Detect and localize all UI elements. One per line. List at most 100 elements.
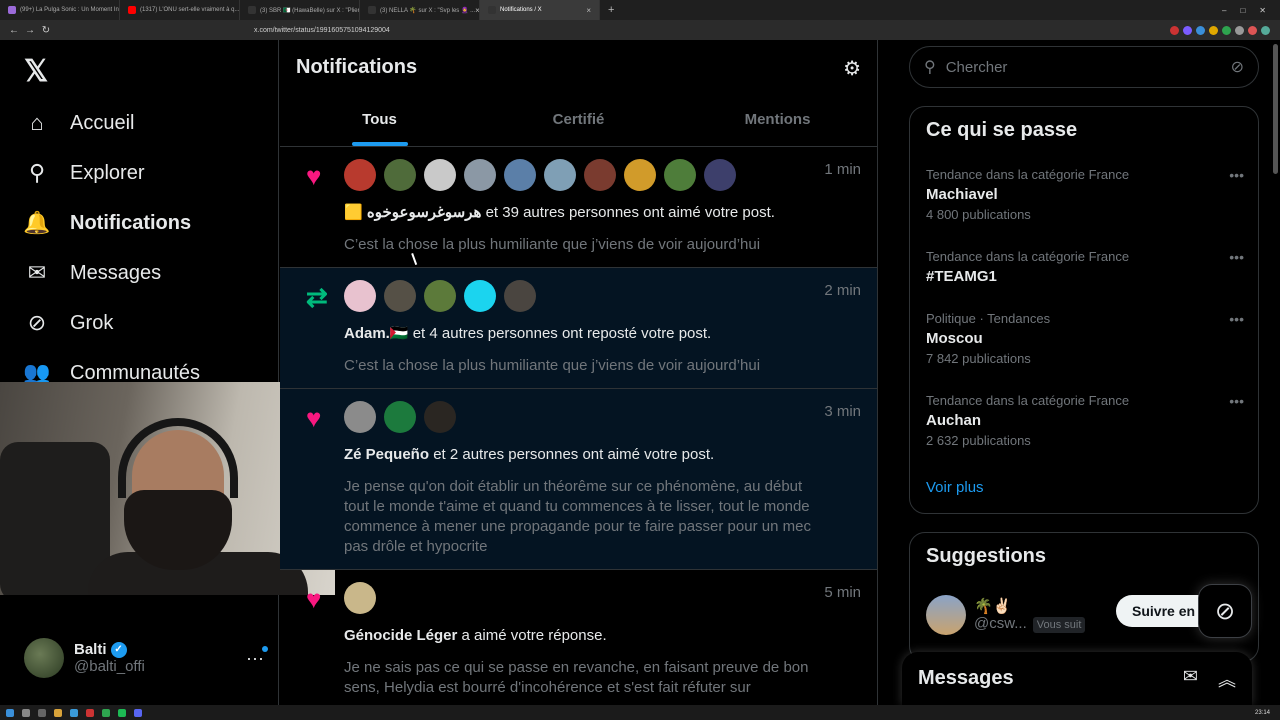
avatar[interactable] — [424, 401, 456, 433]
avatar[interactable] — [384, 159, 416, 191]
avatar[interactable] — [624, 159, 656, 191]
nav-item-notifications[interactable]: 🔔 Notifications — [23, 210, 191, 236]
tab-label: Notifications / X — [500, 7, 542, 13]
notification-item[interactable]: ♥ 5 min Génocide Léger a aimé votre répons… — [280, 570, 877, 705]
actor-name[interactable]: Zé Pequeño — [344, 446, 429, 463]
actor-name[interactable]: 🟨 هرسوغرسوعوخوه — [344, 204, 481, 221]
taskbar-clock: 23:14 — [1254, 709, 1270, 716]
reload-icon[interactable]: ↻ — [38, 25, 54, 36]
suggestions-title: Suggestions — [926, 545, 1047, 567]
expand-icon[interactable]: ︽ — [1218, 666, 1236, 692]
avatar[interactable] — [424, 280, 456, 312]
notification-time: 2 min — [824, 282, 861, 299]
extension-icon[interactable] — [1235, 25, 1244, 35]
extension-icon[interactable] — [1209, 25, 1218, 35]
more-icon[interactable]: ··· — [246, 645, 268, 669]
gear-icon[interactable]: ⚙ — [843, 56, 861, 81]
more-icon[interactable]: ••• — [1229, 249, 1244, 265]
taskbar-app-icon[interactable] — [38, 708, 46, 717]
x-logo-icon[interactable]: 𝕏 — [24, 54, 48, 89]
more-icon[interactable]: ••• — [1229, 167, 1244, 183]
taskbar-app-icon[interactable] — [70, 708, 78, 717]
avatar[interactable] — [464, 280, 496, 312]
extension-icon[interactable] — [1261, 25, 1270, 35]
nav-item-messages[interactable]: ✉ Messages — [24, 260, 161, 286]
no-entry-icon[interactable]: ⊘ — [1231, 57, 1244, 77]
back-icon[interactable]: ← — [6, 25, 22, 36]
tab-verified[interactable]: Certifié — [479, 92, 678, 146]
extension-icon[interactable] — [1183, 25, 1192, 35]
taskbar-search-icon[interactable] — [22, 708, 30, 717]
more-icon[interactable]: ••• — [1229, 311, 1244, 327]
avatar[interactable] — [344, 280, 376, 312]
notification-item[interactable]: ♥ 3 min Zé Pequeño et 2 autres personnes o… — [280, 389, 877, 570]
trend-item[interactable]: Tendance dans la catégorie France Auchan… — [926, 393, 1244, 448]
avatar[interactable] — [504, 159, 536, 191]
tab-mentions[interactable]: Mentions — [678, 92, 877, 146]
mail-icon: ✉ — [27, 260, 47, 285]
nav-item-explore[interactable]: ⚲ Explorer — [24, 160, 145, 186]
close-icon[interactable]: × — [586, 6, 591, 15]
avatar[interactable] — [544, 159, 576, 191]
notification-item[interactable]: ♥ 1 min 🟨 هرسوغرسوعوخوه et 39 autres perso… — [280, 147, 877, 268]
start-icon[interactable] — [6, 708, 14, 717]
extension-icon[interactable] — [1170, 25, 1179, 35]
nav-item-home[interactable]: ⌂ Accueil — [24, 110, 134, 136]
actor-name[interactable]: Adam.🇵🇸 — [344, 325, 409, 342]
maximize-icon[interactable]: □ — [1240, 6, 1245, 15]
trend-name: Auchan — [926, 412, 982, 429]
avatar[interactable] — [704, 159, 736, 191]
avatar[interactable] — [584, 159, 616, 191]
trend-item[interactable]: Tendance dans la catégorie France Machia… — [926, 167, 1244, 222]
account-switcher[interactable]: Balti ✓ @balti_offi ··· — [24, 638, 268, 678]
new-message-icon[interactable]: ✉ — [1183, 666, 1198, 692]
avatar[interactable] — [504, 280, 536, 312]
search-box[interactable]: ⚲ Chercher ⊘ — [909, 46, 1259, 88]
browser-tab[interactable]: (3) SBR 🇩🇿 (HawaBelle) sur X : "Plier...… — [240, 0, 360, 20]
browser-tab[interactable]: Notifications / X × — [480, 0, 600, 20]
tab-all[interactable]: Tous — [280, 92, 479, 146]
window-controls: – □ ✕ — [1222, 6, 1280, 15]
close-icon[interactable]: ✕ — [1259, 6, 1266, 15]
avatar[interactable] — [384, 280, 416, 312]
extension-icon[interactable] — [1248, 25, 1257, 35]
avatar[interactable] — [464, 159, 496, 191]
trend-item[interactable]: Politique · Tendances Moscou 7 842 publi… — [926, 311, 1244, 366]
bell-icon: 🔔 — [23, 210, 51, 235]
actor-name[interactable]: Génocide Léger — [344, 627, 457, 644]
taskbar-app-icon[interactable] — [118, 708, 126, 717]
avatar[interactable] — [424, 159, 456, 191]
notification-item[interactable]: ⇄ 2 min Adam.🇵🇸 et 4 autres personnes ont … — [280, 268, 877, 389]
browser-tab[interactable]: (3) NELLA 🌴 sur X : "Svp les 🧕 ... × — [360, 0, 480, 20]
browser-tab[interactable]: (1317) L'ONU sert-elle vraiment à q...× — [120, 0, 240, 20]
extension-icon[interactable] — [1222, 25, 1231, 35]
avatar[interactable] — [384, 401, 416, 433]
see-more-link[interactable]: Voir plus — [926, 479, 984, 496]
avatar[interactable] — [344, 582, 376, 614]
messages-drawer[interactable]: Messages ✉ ︽ — [902, 652, 1252, 705]
forward-icon[interactable]: → — [22, 25, 38, 36]
trend-item[interactable]: Tendance dans la catégorie France #TEAMG… — [926, 249, 1244, 285]
avatar[interactable] — [664, 159, 696, 191]
avatar[interactable] — [344, 159, 376, 191]
minimize-icon[interactable]: – — [1222, 6, 1226, 15]
taskbar-app-icon[interactable] — [102, 708, 110, 717]
grok-floating-button[interactable]: ⊘ — [1198, 584, 1252, 638]
extension-icon[interactable] — [1196, 25, 1205, 35]
extension-icons — [1170, 25, 1280, 35]
trend-meta: Tendance dans la catégorie France — [926, 249, 1130, 264]
scrollbar[interactable] — [1273, 44, 1278, 174]
notification-text: Génocide Léger a aimé votre réponse. — [344, 626, 861, 646]
avatar — [24, 638, 64, 678]
nav-item-grok[interactable]: ⊘ Grok — [24, 310, 114, 336]
taskbar-app-icon[interactable] — [134, 708, 142, 717]
browser-tab[interactable]: (99+) La Pulga Sonic : Un Moment In...× — [0, 0, 120, 20]
avatar[interactable] — [344, 401, 376, 433]
new-tab-button[interactable]: + — [608, 4, 614, 16]
search-input[interactable]: Chercher — [946, 59, 1008, 76]
taskbar-app-icon[interactable] — [54, 708, 62, 717]
taskbar-app-icon[interactable] — [86, 708, 94, 717]
url-field[interactable]: x.com/twitter/status/1991605751094129004 — [254, 27, 390, 34]
trend-name: Machiavel — [926, 186, 998, 203]
more-icon[interactable]: ••• — [1229, 393, 1244, 409]
